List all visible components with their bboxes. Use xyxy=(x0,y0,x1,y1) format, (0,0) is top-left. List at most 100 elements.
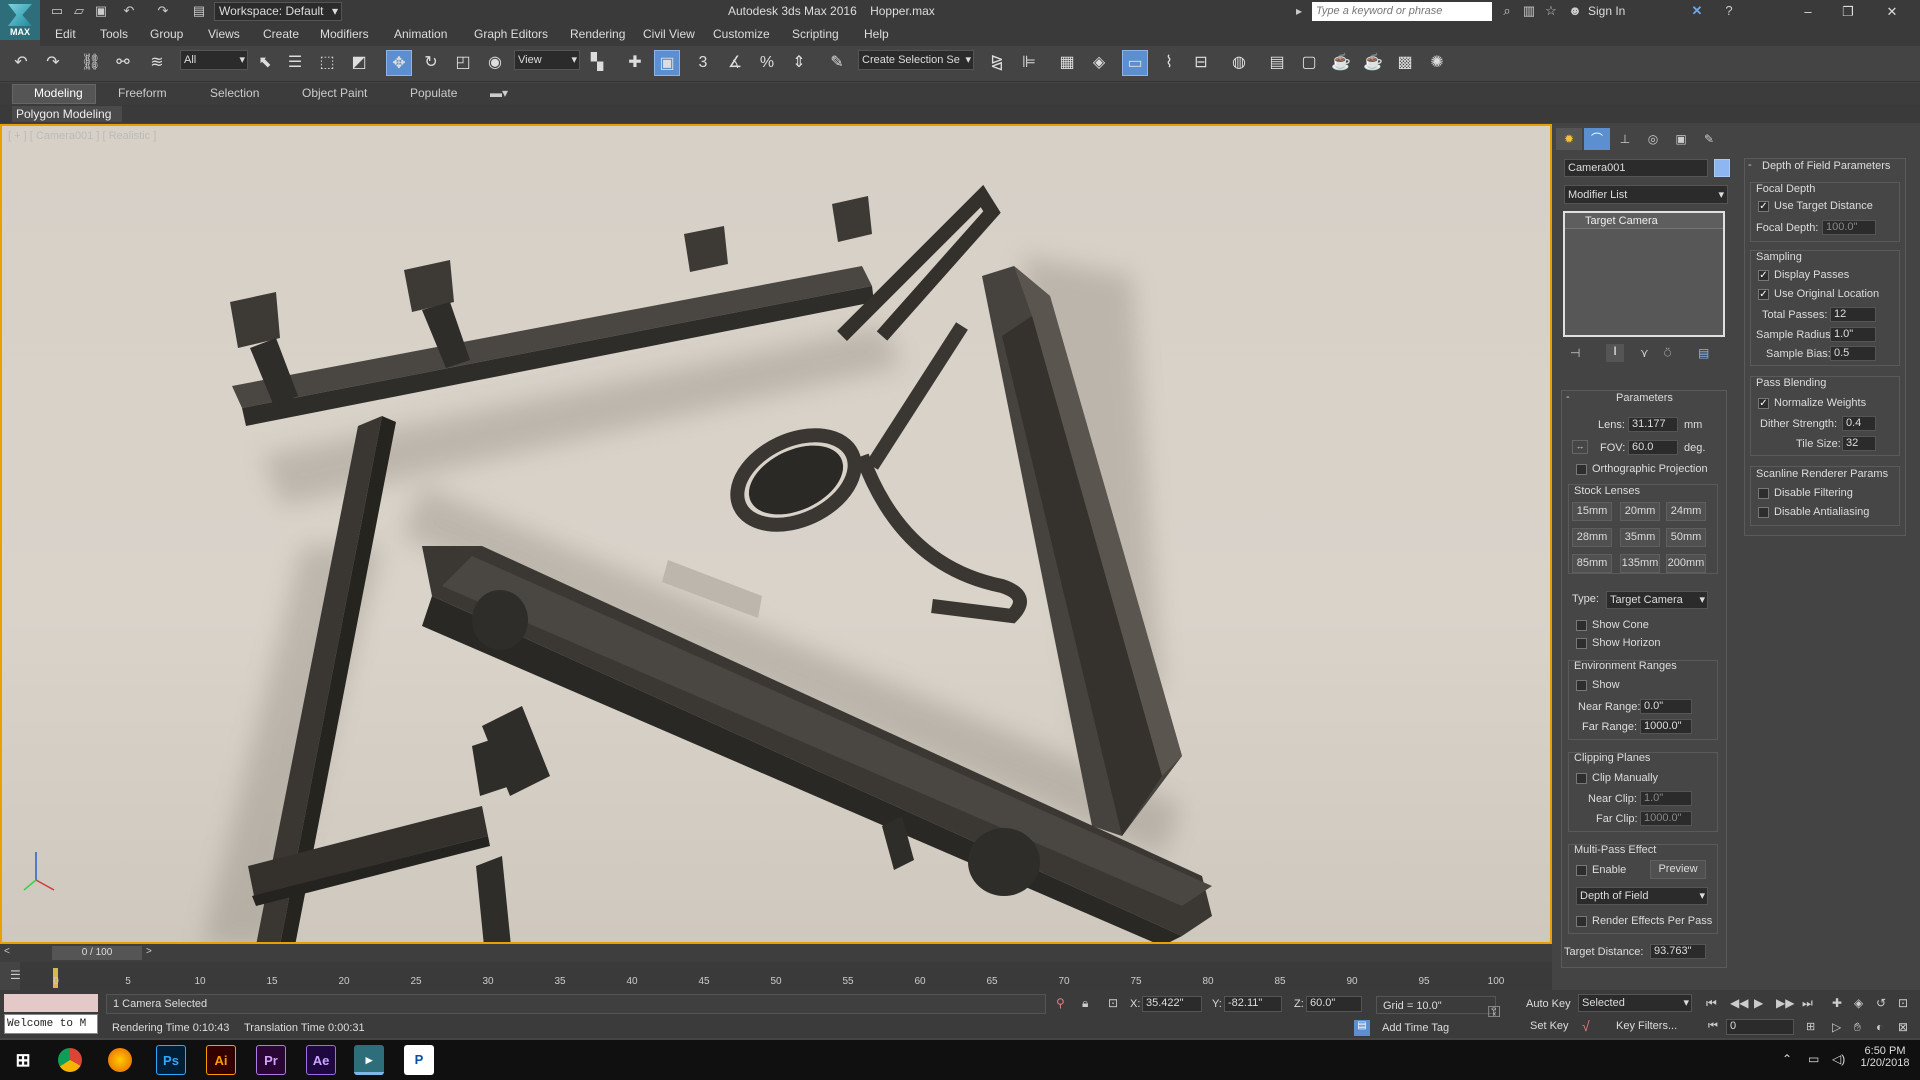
display-tab-icon[interactable]: ▣ xyxy=(1668,128,1694,150)
clock[interactable]: 6:50 PM 1/20/2018 xyxy=(1860,1045,1910,1069)
orthographic-checkbox[interactable] xyxy=(1576,464,1587,475)
menu-rendering[interactable]: Rendering xyxy=(570,27,625,41)
percent-snap-icon[interactable]: % xyxy=(754,50,780,76)
select-and-place-icon[interactable]: ◉ xyxy=(482,50,508,76)
toggle-ribbon-icon[interactable]: ▭ xyxy=(1122,50,1148,76)
zoom-icon[interactable]: ✚ xyxy=(1832,996,1842,1010)
configure-modifier-sets-icon[interactable]: ▤ xyxy=(1698,346,1709,360)
after-effects-icon[interactable]: Ae xyxy=(306,1045,336,1075)
polygon-modeling-panel[interactable]: Polygon Modeling xyxy=(12,106,122,122)
open-file-icon[interactable]: ▱ xyxy=(70,2,88,20)
total-passes-spinner[interactable]: 12 xyxy=(1830,307,1876,322)
dof-title[interactable]: Depth of Field Parameters xyxy=(1762,160,1890,172)
menu-tools[interactable]: Tools xyxy=(100,27,128,41)
disable-antialiasing-checkbox[interactable] xyxy=(1758,507,1769,518)
tab-object-paint[interactable]: Object Paint xyxy=(302,86,367,100)
keyboard-shortcut-override-icon[interactable]: ▣ xyxy=(654,50,680,76)
lens-24mm-button[interactable]: 24mm xyxy=(1666,502,1706,521)
lens-50mm-button[interactable]: 50mm xyxy=(1666,528,1706,547)
project-folder-icon[interactable]: ▤ xyxy=(190,2,208,20)
network-icon[interactable]: ▭ xyxy=(1808,1052,1819,1066)
photoshop-icon[interactable]: Ps xyxy=(156,1045,186,1075)
render-in-cloud-icon[interactable]: ▩ xyxy=(1392,50,1418,76)
material-editor-icon[interactable]: ◍ xyxy=(1226,50,1252,76)
user-icon[interactable]: ☻ xyxy=(1566,2,1584,20)
menu-scripting[interactable]: Scripting xyxy=(792,27,839,41)
menu-views[interactable]: Views xyxy=(208,27,240,41)
sign-in-link[interactable]: Sign In xyxy=(1588,4,1625,18)
a360-gallery-icon[interactable]: ✺ xyxy=(1424,50,1450,76)
key-mode-dropdown[interactable]: Selected ▾ xyxy=(1578,994,1692,1012)
redo-icon[interactable]: ↷ xyxy=(154,2,172,20)
parameters-title[interactable]: Parameters xyxy=(1616,392,1673,404)
menu-modifiers[interactable]: Modifiers xyxy=(320,27,369,41)
menu-animation[interactable]: Animation xyxy=(394,27,447,41)
illustrator-icon[interactable]: Ai xyxy=(206,1045,236,1075)
volume-icon[interactable]: ◁) xyxy=(1832,1052,1845,1066)
near-clip-spinner[interactable]: 1.0" xyxy=(1640,791,1692,806)
modify-tab-icon[interactable]: ⌒ xyxy=(1584,128,1610,150)
undo-icon[interactable]: ↶ xyxy=(120,2,138,20)
env-show-checkbox[interactable] xyxy=(1576,680,1587,691)
binoculars-icon[interactable]: ⌕ xyxy=(1498,2,1516,20)
select-object-icon[interactable]: ⬉ xyxy=(252,50,278,76)
menu-graph-editors[interactable]: Graph Editors xyxy=(474,27,548,41)
close-button[interactable]: ✕ xyxy=(1872,0,1912,24)
focal-depth-spinner[interactable]: 100.0" xyxy=(1822,220,1876,235)
pin-stack-icon[interactable]: ⊣ xyxy=(1570,346,1580,360)
rendered-frame-window-icon[interactable]: ▢ xyxy=(1296,50,1322,76)
snaps-toggle-icon[interactable]: 3 xyxy=(690,50,716,76)
curve-editor-icon[interactable]: ⌇ xyxy=(1156,50,1182,76)
next-frame-icon[interactable]: > xyxy=(146,946,152,957)
select-and-rotate-icon[interactable]: ↻ xyxy=(418,50,444,76)
pivot-center-icon[interactable]: ▚ xyxy=(584,50,610,76)
chrome-icon[interactable] xyxy=(58,1048,82,1072)
favorites-star-icon[interactable]: ☆ xyxy=(1542,2,1560,20)
window-crossing-icon[interactable]: ◩ xyxy=(346,50,372,76)
far-range-spinner[interactable]: 1000.0" xyxy=(1640,719,1692,734)
near-range-spinner[interactable]: 0.0" xyxy=(1640,699,1692,714)
play-icon[interactable]: ▶ xyxy=(1754,996,1763,1010)
menu-create[interactable]: Create xyxy=(263,27,299,41)
preview-button[interactable]: Preview xyxy=(1650,860,1706,879)
3dsmax-taskbar-icon[interactable]: ▸ xyxy=(354,1045,384,1075)
object-name-field[interactable]: Camera001 xyxy=(1564,159,1708,177)
selection-lock-icon[interactable]: 🔒︎ xyxy=(1082,996,1088,1011)
go-to-end-icon[interactable]: ⏭ xyxy=(1802,996,1813,1011)
z-coordinate-field[interactable]: 60.0" xyxy=(1306,996,1362,1012)
mini-curve-editor-icon[interactable]: ☰ xyxy=(10,968,21,982)
redo-icon[interactable]: ↷ xyxy=(40,50,66,76)
show-horizon-checkbox[interactable] xyxy=(1576,638,1587,649)
menu-customize[interactable]: Customize xyxy=(713,27,770,41)
isolate-selection-icon[interactable]: ⚲ xyxy=(1056,996,1065,1010)
menu-edit[interactable]: Edit xyxy=(55,27,76,41)
spinner-snap-icon[interactable]: ⇕ xyxy=(786,50,812,76)
tab-freeform[interactable]: Freeform xyxy=(118,86,167,100)
use-target-distance-checkbox[interactable]: ✓ xyxy=(1758,201,1769,212)
named-selection-sets-dropdown[interactable]: Create Selection Se ▾ xyxy=(858,50,974,70)
lens-spinner[interactable]: 31.177 xyxy=(1628,417,1678,432)
multipass-effect-dropdown[interactable]: Depth of Field ▾ xyxy=(1576,887,1708,905)
walk-through-icon[interactable]: ◐ xyxy=(1876,1020,1883,1034)
set-key-button[interactable]: Set Key xyxy=(1530,1020,1569,1032)
select-by-name-icon[interactable]: ☰ xyxy=(282,50,308,76)
firefox-icon[interactable] xyxy=(108,1048,132,1072)
premiere-icon[interactable]: Pr xyxy=(256,1045,286,1075)
schematic-view-icon[interactable]: ⊟ xyxy=(1188,50,1214,76)
time-configuration-icon[interactable]: ⊞ xyxy=(1806,1020,1815,1033)
next-key-icon[interactable]: ▶▶ xyxy=(1776,996,1794,1010)
time-tag-icon[interactable]: ▤ xyxy=(1354,1020,1370,1036)
use-original-location-checkbox[interactable]: ✓ xyxy=(1758,289,1769,300)
go-to-start-icon[interactable]: ⏮ xyxy=(1706,996,1717,1011)
make-unique-icon[interactable]: ⋎ xyxy=(1640,346,1649,360)
restore-button[interactable]: ❐ xyxy=(1828,0,1868,24)
collapse-icon[interactable]: - xyxy=(1748,159,1752,171)
y-coordinate-field[interactable]: -82.11" xyxy=(1224,996,1282,1012)
undo-icon[interactable]: ↶ xyxy=(8,50,34,76)
help-icon[interactable]: ? xyxy=(1720,2,1738,20)
subscription-icon[interactable]: ▥ xyxy=(1520,2,1538,20)
previous-key-icon[interactable]: ◀◀ xyxy=(1730,996,1748,1010)
dither-strength-spinner[interactable]: 0.4 xyxy=(1842,416,1876,431)
tab-modeling[interactable]: Modeling xyxy=(34,86,83,100)
minimize-button[interactable]: – xyxy=(1788,0,1828,24)
